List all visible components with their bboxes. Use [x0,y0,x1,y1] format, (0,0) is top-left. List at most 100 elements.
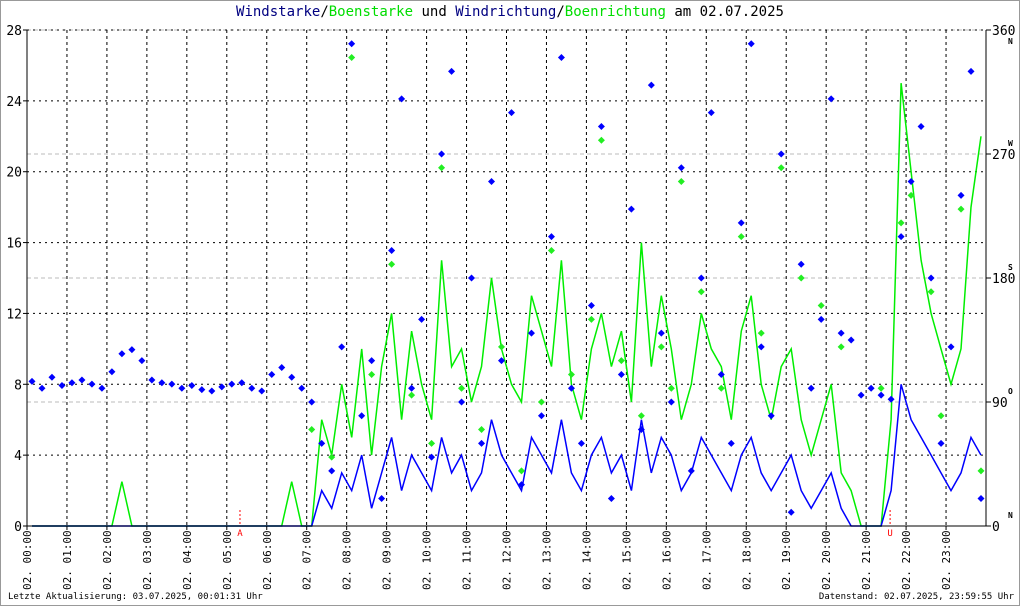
direction-point-windrichtung [88,380,96,388]
direction-point-windrichtung [627,205,635,213]
right-tick-label: 90 [992,396,1008,411]
direction-point-windrichtung [128,346,136,354]
x-tick-label: 02. 06:00 [261,530,274,590]
x-tick-label: 02. 20:00 [820,530,833,590]
direction-point-windrichtung [617,370,625,378]
x-tick-label: 02. 03:00 [141,530,154,590]
direction-point-windrichtung [278,364,286,372]
direction-point-windrichtung [408,384,416,392]
direction-point-windrichtung [328,467,336,475]
x-tick-label: 02. 10:00 [421,530,434,590]
direction-point-windrichtung [108,368,116,376]
compass-label: N [1008,37,1013,46]
direction-point-windrichtung [238,379,246,387]
direction-point-windrichtung [28,377,36,385]
direction-point-boenrichtung [617,357,625,365]
direction-point-windrichtung [507,109,515,117]
direction-point-boenrichtung [797,274,805,282]
direction-point-windrichtung [827,95,835,103]
direction-point-windrichtung [368,357,376,365]
direction-point-windrichtung [378,494,386,502]
direction-point-windrichtung [537,412,545,420]
right-tick-label: 270 [992,148,1015,163]
direction-point-boenrichtung [977,467,985,475]
direction-point-windrichtung [208,387,216,395]
direction-point-windrichtung [947,343,955,351]
sun-marker-label: U [887,529,892,539]
x-tick-label: 02. 08:00 [341,530,354,590]
right-tick-label: 0 [992,520,1000,535]
direction-point-windrichtung [478,439,486,447]
direction-point-windrichtung [48,373,56,381]
x-tick-label: 02. 01:00 [61,530,74,590]
direction-point-windrichtung [787,508,795,516]
last-update-text: Letzte Aktualisierung: 03.07.2025, 00:01… [8,592,263,602]
direction-point-windrichtung [198,386,206,394]
direction-point-boenrichtung [817,302,825,310]
direction-point-windrichtung [78,376,86,384]
compass-label: O [1008,387,1013,396]
direction-point-windrichtung [358,412,366,420]
direction-point-boenrichtung [897,219,905,227]
direction-point-boenrichtung [597,136,605,144]
direction-point-windrichtung [927,274,935,282]
direction-point-boenrichtung [757,329,765,337]
left-tick-label: 12 [6,307,22,322]
direction-point-boenrichtung [927,288,935,296]
direction-point-boenrichtung [478,426,486,434]
direction-point-windrichtung [458,398,466,406]
direction-point-boenrichtung [837,343,845,351]
direction-point-windrichtung [847,336,855,344]
direction-point-windrichtung [188,381,196,389]
x-tick-label: 02. 11:00 [461,530,474,590]
direction-point-boenrichtung [937,412,945,420]
direction-point-windrichtung [737,219,745,227]
direction-point-windrichtung [138,357,146,365]
direction-point-windrichtung [448,67,456,75]
direction-point-boenrichtung [697,288,705,296]
direction-point-windrichtung [867,384,875,392]
x-tick-label: 02. 17:00 [700,530,713,590]
direction-point-windrichtung [438,150,446,158]
direction-point-windrichtung [777,150,785,158]
data-status-text: Datenstand: 02.07.2025, 23:59:55 Uhr [818,592,1014,602]
direction-point-windrichtung [58,381,66,389]
direction-point-windrichtung [348,40,356,48]
direction-point-windrichtung [577,439,585,447]
direction-point-windrichtung [228,380,236,388]
direction-point-windrichtung [557,54,565,62]
x-tick-label: 02. 04:00 [181,530,194,590]
compass-label: W [1008,139,1013,148]
direction-point-windrichtung [148,376,156,384]
direction-point-windrichtung [488,178,496,186]
direction-point-boenrichtung [498,343,506,351]
series-line-boenstarke [32,83,982,527]
direction-point-boenrichtung [717,384,725,392]
direction-point-windrichtung [687,467,695,475]
direction-point-windrichtung [527,329,535,337]
direction-point-windrichtung [607,494,615,502]
direction-point-windrichtung [298,384,306,392]
right-tick-label: 180 [992,272,1015,287]
direction-point-windrichtung [877,391,885,399]
x-tick-label: 02. 00:00 [21,530,34,590]
direction-point-windrichtung [587,302,595,310]
sun-marker-label: A [237,529,243,539]
direction-point-windrichtung [667,398,675,406]
direction-point-boenrichtung [547,246,555,254]
direction-point-windrichtung [258,387,266,395]
direction-point-windrichtung [418,315,426,323]
direction-point-windrichtung [707,109,715,117]
direction-point-windrichtung [597,122,605,130]
direction-point-windrichtung [468,274,476,282]
direction-point-boenrichtung [368,370,376,378]
wind-chart: 04812162024280N90O180S270W360N02. 00:00 0… [6,24,1015,590]
direction-point-windrichtung [288,373,296,381]
direction-point-boenrichtung [308,426,316,434]
direction-point-windrichtung [797,260,805,268]
direction-point-windrichtung [338,343,346,351]
direction-point-windrichtung [957,191,965,199]
direction-point-windrichtung [547,233,555,241]
direction-point-windrichtung [677,164,685,172]
left-tick-label: 28 [6,24,22,39]
